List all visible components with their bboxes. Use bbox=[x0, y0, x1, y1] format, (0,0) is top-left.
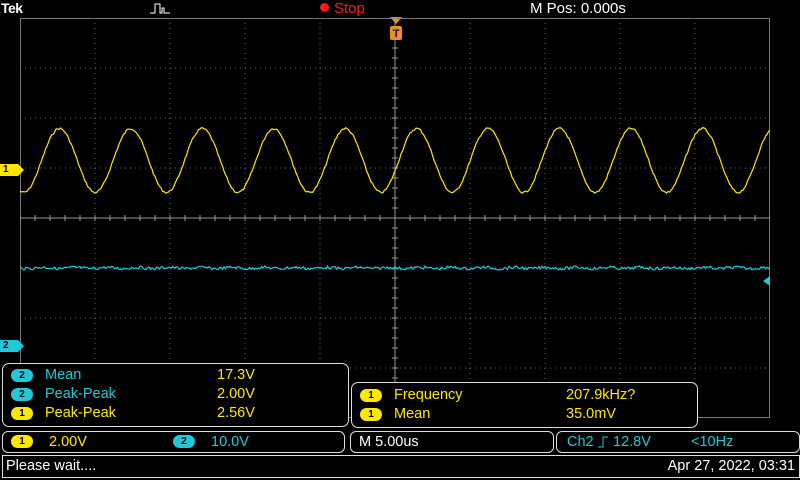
measurement-label: Frequency bbox=[394, 387, 463, 403]
waveform-display[interactable] bbox=[20, 18, 770, 418]
trigger-level: 12.8V bbox=[613, 434, 651, 450]
measurement-label: Mean bbox=[45, 367, 82, 383]
measurement-label: Peak-Peak bbox=[45, 405, 116, 421]
ch1-ground-marker[interactable]: 1 bbox=[0, 164, 24, 176]
ch2-marker-label: 2 bbox=[3, 340, 9, 351]
vertical-scale-panel[interactable]: 1 2.00V 2 10.0V bbox=[2, 431, 345, 453]
ch2-ground-marker[interactable]: 2 bbox=[0, 340, 24, 352]
measurement-row: 2 Peak-Peak 2.00V bbox=[9, 385, 339, 403]
measurements-panel-right: 1 Frequency 207.9kHz? 1 Mean 35.0mV bbox=[351, 382, 698, 428]
ch1-marker-label: 1 bbox=[3, 164, 9, 175]
status-footer: Please wait.... Apr 27, 2022, 03:31 bbox=[2, 455, 800, 478]
ch1-badge: 1 bbox=[11, 407, 33, 420]
ch1-scale: 2.00V bbox=[49, 434, 87, 450]
trigger-frequency: <10Hz bbox=[691, 434, 734, 450]
ch2-scale: 10.0V bbox=[211, 434, 249, 450]
status-message: Please wait.... bbox=[6, 458, 97, 474]
ch2-badge: 2 bbox=[11, 369, 33, 382]
acquisition-status-dot-icon bbox=[320, 3, 329, 12]
timebase-panel[interactable]: M 5.00us bbox=[350, 431, 554, 453]
measurement-label: Mean bbox=[394, 406, 431, 422]
ch2-badge: 2 bbox=[11, 388, 33, 401]
brand-label: Tek bbox=[1, 0, 23, 16]
measurement-label: Peak-Peak bbox=[45, 386, 116, 402]
measurement-row: 1 Peak-Peak 2.56V bbox=[9, 404, 339, 422]
ch1-badge: 1 bbox=[360, 408, 382, 421]
ch2-scale-badge: 2 bbox=[173, 435, 195, 448]
measurement-row: 2 Mean 17.3V bbox=[9, 366, 339, 384]
measurement-value: 17.3V bbox=[217, 367, 255, 383]
measurement-value: 2.56V bbox=[217, 405, 255, 421]
date-time: Apr 27, 2022, 03:31 bbox=[667, 458, 795, 474]
trigger-panel[interactable]: Ch2 12.8V <10Hz bbox=[556, 431, 800, 453]
timebase-value: M 5.00us bbox=[359, 434, 419, 450]
measurement-value: 35.0mV bbox=[566, 406, 616, 422]
measurement-row: 1 Mean 35.0mV bbox=[358, 405, 688, 423]
ch1-badge: 1 bbox=[360, 389, 382, 402]
measurement-row: 1 Frequency 207.9kHz? bbox=[358, 386, 688, 404]
top-status-bar: Tek Stop M Pos: 0.000s bbox=[0, 0, 800, 18]
horizontal-position: M Pos: 0.000s bbox=[530, 0, 626, 17]
rising-edge-icon bbox=[598, 436, 608, 448]
measurements-panel-left: 2 Mean 17.3V 2 Peak-Peak 2.00V 1 Peak-Pe… bbox=[2, 363, 349, 427]
trigger-source: Ch2 bbox=[567, 434, 594, 450]
ch1-scale-badge: 1 bbox=[11, 435, 33, 448]
acquisition-status: Stop bbox=[334, 0, 365, 17]
trigger-level-arrow-icon[interactable] bbox=[761, 276, 771, 286]
graticule bbox=[20, 18, 770, 418]
measurement-value: 207.9kHz? bbox=[566, 387, 636, 403]
measurement-value: 2.00V bbox=[217, 386, 255, 402]
pulse-trigger-icon bbox=[150, 3, 170, 14]
